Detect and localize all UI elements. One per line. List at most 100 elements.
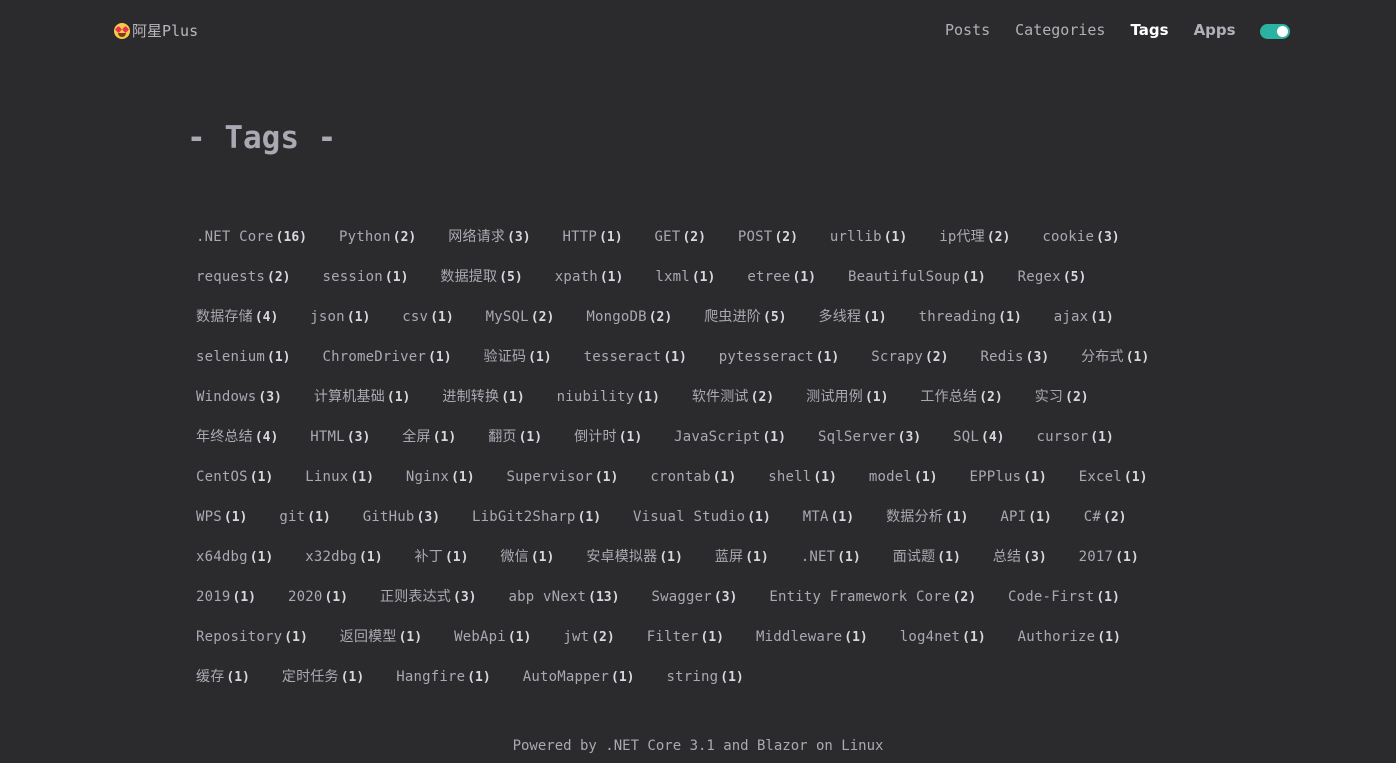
site-logo[interactable]: 阿星Plus bbox=[114, 20, 198, 41]
tag-link[interactable]: 爬虫进阶 (5) bbox=[704, 306, 786, 328]
tag-link[interactable]: Windows (3) bbox=[196, 386, 282, 408]
tag-link[interactable]: 定时任务 (1) bbox=[282, 666, 364, 688]
tag-link[interactable]: 2019 (1) bbox=[196, 586, 256, 608]
tag-link[interactable]: pytesseract (1) bbox=[719, 346, 839, 368]
tag-link[interactable]: 翻页 (1) bbox=[488, 426, 542, 448]
tag-link[interactable]: EPPlus (1) bbox=[970, 466, 1047, 488]
tag-link[interactable]: LibGit2Sharp (1) bbox=[472, 506, 601, 528]
tag-link[interactable]: WPS (1) bbox=[196, 506, 247, 528]
tag-link[interactable]: JavaScript (1) bbox=[674, 426, 786, 448]
tag-link[interactable]: 数据提取 (5) bbox=[440, 266, 522, 288]
tag-link[interactable]: GET (2) bbox=[655, 226, 706, 248]
tag-link[interactable]: ajax (1) bbox=[1054, 306, 1114, 328]
tag-link[interactable]: 多线程 (1) bbox=[819, 306, 887, 328]
tag-link[interactable]: Code-First (1) bbox=[1008, 586, 1120, 608]
tag-link[interactable]: Visual Studio (1) bbox=[633, 506, 771, 528]
tag-link[interactable]: SQL (4) bbox=[953, 426, 1004, 448]
tag-link[interactable]: 微信 (1) bbox=[500, 546, 554, 568]
tag-link[interactable]: jwt (2) bbox=[563, 626, 614, 648]
tag-link[interactable]: 数据分析 (1) bbox=[886, 506, 968, 528]
tag-link[interactable]: crontab (1) bbox=[650, 466, 736, 488]
tag-link[interactable]: lxml (1) bbox=[655, 266, 715, 288]
tag-link[interactable]: .NET (1) bbox=[801, 546, 861, 568]
tag-link[interactable]: requests (2) bbox=[196, 266, 291, 288]
tag-link[interactable]: 验证码 (1) bbox=[484, 346, 552, 368]
tag-link[interactable]: csv (1) bbox=[402, 306, 453, 328]
tag-link[interactable]: ChromeDriver (1) bbox=[323, 346, 452, 368]
tag-link[interactable]: Entity Framework Core (2) bbox=[769, 586, 976, 608]
tag-link[interactable]: GitHub (3) bbox=[363, 506, 440, 528]
tag-link[interactable]: selenium (1) bbox=[196, 346, 291, 368]
tag-link[interactable]: MongoDB (2) bbox=[586, 306, 672, 328]
tag-link[interactable]: x32dbg (1) bbox=[305, 546, 382, 568]
tag-link[interactable]: .NET Core (16) bbox=[196, 226, 307, 248]
tag-link[interactable]: 软件测试 (2) bbox=[692, 386, 774, 408]
theme-toggle[interactable] bbox=[1260, 24, 1290, 39]
tag-link[interactable]: 进制转换 (1) bbox=[442, 386, 524, 408]
nav-tags[interactable]: Tags bbox=[1130, 21, 1168, 39]
tag-link[interactable]: x64dbg (1) bbox=[196, 546, 273, 568]
tag-link[interactable]: 安卓模拟器 (1) bbox=[586, 546, 682, 568]
tag-link[interactable]: MTA (1) bbox=[803, 506, 854, 528]
tag-link[interactable]: 2020 (1) bbox=[288, 586, 348, 608]
tag-link[interactable]: 计算机基础 (1) bbox=[314, 386, 410, 408]
tag-link[interactable]: etree (1) bbox=[747, 266, 816, 288]
tag-link[interactable]: ip代理 (2) bbox=[939, 226, 1010, 248]
tag-link[interactable]: Swagger (3) bbox=[651, 586, 737, 608]
tag-link[interactable]: AutoMapper (1) bbox=[523, 666, 635, 688]
tag-link[interactable]: 正则表达式 (3) bbox=[380, 586, 476, 608]
tag-link[interactable]: log4net (1) bbox=[900, 626, 986, 648]
tag-link[interactable]: Nginx (1) bbox=[406, 466, 475, 488]
tag-link[interactable]: SqlServer (3) bbox=[818, 426, 921, 448]
tag-link[interactable]: BeautifulSoup (1) bbox=[848, 266, 986, 288]
tag-link[interactable]: model (1) bbox=[869, 466, 938, 488]
tag-link[interactable]: MySQL (2) bbox=[486, 306, 555, 328]
tag-link[interactable]: API (1) bbox=[1000, 506, 1051, 528]
nav-categories[interactable]: Categories bbox=[1015, 21, 1105, 39]
tag-link[interactable]: POST (2) bbox=[738, 226, 798, 248]
tag-link[interactable]: Filter (1) bbox=[647, 626, 724, 648]
tag-link[interactable]: 网络请求 (3) bbox=[448, 226, 530, 248]
tag-link[interactable]: cursor (1) bbox=[1036, 426, 1113, 448]
tag-link[interactable]: Excel (1) bbox=[1079, 466, 1148, 488]
tag-link[interactable]: 面试题 (1) bbox=[893, 546, 961, 568]
tag-link[interactable]: 蓝屏 (1) bbox=[715, 546, 769, 568]
tag-link[interactable]: Supervisor (1) bbox=[507, 466, 619, 488]
tag-link[interactable]: 倒计时 (1) bbox=[574, 426, 642, 448]
tag-link[interactable]: 总结 (3) bbox=[993, 546, 1047, 568]
tag-link[interactable]: Authorize (1) bbox=[1018, 626, 1121, 648]
tag-link[interactable]: 2017 (1) bbox=[1079, 546, 1139, 568]
tag-link[interactable]: Linux (1) bbox=[305, 466, 374, 488]
tag-link[interactable]: CentOS (1) bbox=[196, 466, 273, 488]
tag-link[interactable]: Hangfire (1) bbox=[396, 666, 491, 688]
nav-posts[interactable]: Posts bbox=[945, 21, 990, 39]
tag-link[interactable]: git (1) bbox=[279, 506, 330, 528]
tag-link[interactable]: threading (1) bbox=[919, 306, 1022, 328]
tag-link[interactable]: Repository (1) bbox=[196, 626, 308, 648]
tag-link[interactable]: Redis (3) bbox=[980, 346, 1049, 368]
tag-link[interactable]: 实习 (2) bbox=[1035, 386, 1089, 408]
tag-link[interactable]: json (1) bbox=[310, 306, 370, 328]
tag-link[interactable]: 年终总结 (4) bbox=[196, 426, 278, 448]
tag-link[interactable]: cookie (3) bbox=[1042, 226, 1119, 248]
tag-link[interactable]: 工作总结 (2) bbox=[920, 386, 1002, 408]
tag-link[interactable]: tesseract (1) bbox=[584, 346, 687, 368]
tag-link[interactable]: Python (2) bbox=[339, 226, 416, 248]
tag-link[interactable]: 补丁 (1) bbox=[415, 546, 469, 568]
tag-link[interactable]: niubility (1) bbox=[557, 386, 660, 408]
tag-link[interactable]: string (1) bbox=[666, 666, 743, 688]
tag-link[interactable]: 数据存储 (4) bbox=[196, 306, 278, 328]
tag-link[interactable]: urllib (1) bbox=[830, 226, 907, 248]
tag-link[interactable]: xpath (1) bbox=[555, 266, 624, 288]
tag-link[interactable]: HTML (3) bbox=[310, 426, 370, 448]
tag-link[interactable]: session (1) bbox=[323, 266, 409, 288]
tag-link[interactable]: WebApi (1) bbox=[454, 626, 531, 648]
tag-link[interactable]: HTTP (1) bbox=[563, 226, 623, 248]
tag-link[interactable]: Scrapy (2) bbox=[871, 346, 948, 368]
tag-link[interactable]: 全屏 (1) bbox=[402, 426, 456, 448]
tag-link[interactable]: 分布式 (1) bbox=[1081, 346, 1149, 368]
tag-link[interactable]: 测试用例 (1) bbox=[806, 386, 888, 408]
tag-link[interactable]: C# (2) bbox=[1084, 506, 1127, 528]
tag-link[interactable]: shell (1) bbox=[768, 466, 837, 488]
tag-link[interactable]: 返回模型 (1) bbox=[340, 626, 422, 648]
